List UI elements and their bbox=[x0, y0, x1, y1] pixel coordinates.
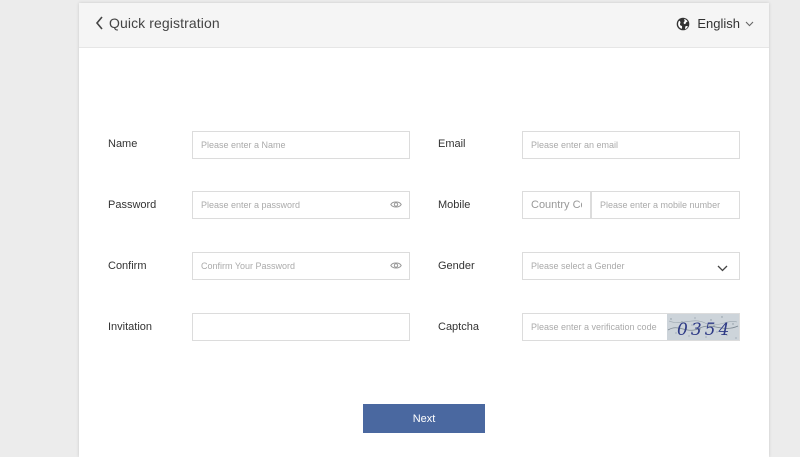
name-field-box bbox=[192, 131, 410, 159]
language-label: English bbox=[697, 16, 740, 31]
name-label: Name bbox=[108, 138, 138, 150]
confirm-field-box bbox=[192, 252, 410, 280]
chevron-down-icon bbox=[745, 21, 754, 26]
mobile-input[interactable] bbox=[592, 192, 739, 218]
back-button[interactable]: Quick registration bbox=[95, 15, 220, 31]
header-bar: Quick registration English bbox=[79, 3, 769, 48]
chevron-down-icon bbox=[717, 265, 728, 272]
invitation-field-box bbox=[192, 313, 410, 341]
confirm-password-input[interactable] bbox=[193, 253, 409, 279]
chevron-left-icon bbox=[95, 16, 103, 30]
country-code-input[interactable] bbox=[523, 192, 590, 218]
email-field-box bbox=[522, 131, 740, 159]
captcha-field-box: 0354 bbox=[522, 313, 740, 341]
invitation-input[interactable] bbox=[193, 314, 409, 340]
email-label: Email bbox=[438, 138, 466, 150]
captcha-label: Captcha bbox=[438, 321, 479, 333]
confirm-label: Confirm bbox=[108, 260, 147, 272]
name-input[interactable] bbox=[193, 132, 409, 158]
mobile-field-box bbox=[591, 191, 740, 219]
email-input[interactable] bbox=[523, 132, 739, 158]
gender-placeholder: Please select a Gender bbox=[531, 261, 625, 271]
eye-icon[interactable] bbox=[390, 200, 402, 209]
invitation-label: Invitation bbox=[108, 321, 153, 333]
captcha-image[interactable]: 0354 bbox=[667, 314, 739, 340]
country-code-box bbox=[522, 191, 591, 219]
password-field-box bbox=[192, 191, 410, 219]
password-label: Password bbox=[108, 199, 157, 211]
eye-icon[interactable] bbox=[390, 261, 402, 270]
page-title: Quick registration bbox=[109, 15, 220, 31]
language-selector[interactable]: English bbox=[676, 16, 754, 31]
next-button[interactable]: Next bbox=[363, 404, 485, 433]
globe-icon bbox=[677, 17, 690, 30]
registration-card: Quick registration English Name Email Pa… bbox=[79, 3, 769, 457]
mobile-label: Mobile bbox=[438, 199, 471, 211]
gender-label: Gender bbox=[438, 260, 475, 272]
captcha-text: 0354 bbox=[677, 320, 732, 340]
password-input[interactable] bbox=[193, 192, 409, 218]
gender-select[interactable]: Please select a Gender bbox=[522, 252, 740, 280]
